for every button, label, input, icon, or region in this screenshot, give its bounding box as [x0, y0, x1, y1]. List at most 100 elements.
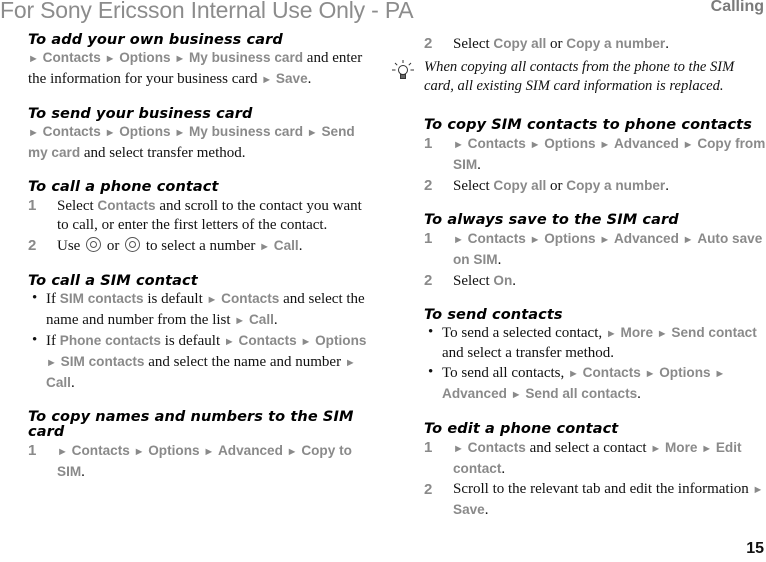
menu-item: Call	[273, 238, 299, 253]
section-call-phone-contact: To call a phone contact 1 Select Contact…	[28, 180, 370, 257]
menu-arrow-icon: ►	[261, 74, 273, 86]
tip-note: When copying all contacts from the phone…	[392, 58, 766, 96]
body-text: .	[298, 238, 303, 254]
menu-item: Save	[453, 502, 485, 517]
right-column: 2 Select Copy all or Copy a number. When…	[392, 33, 766, 537]
menu-item: Contacts	[42, 50, 101, 65]
step-2: 2 Select Copy all or Copy a number.	[424, 34, 766, 54]
body-text: Select	[453, 36, 494, 52]
watermark: For Sony Ericsson Internal Use Only - PA	[0, 0, 414, 23]
menu-item: Save	[275, 71, 308, 86]
menu-arrow-icon: ►	[605, 328, 617, 340]
bullet-item: • If SIM contacts is default ► Contacts …	[28, 289, 370, 331]
step-1: 1 Select Contacts and scroll to the cont…	[28, 196, 370, 235]
menu-item: Send contact	[671, 325, 757, 340]
menu-item: Contacts	[467, 231, 526, 246]
menu-arrow-icon: ►	[28, 53, 39, 65]
menu-item: On	[493, 273, 513, 288]
step-1: 1 ► Contacts ► Options ► Advanced ► Copy…	[424, 134, 766, 175]
section-copy-to-sim-continued: 2 Select Copy all or Copy a number. When…	[392, 34, 766, 96]
step-number: 1	[28, 442, 37, 459]
menu-item: SIM contacts	[60, 354, 145, 369]
section-send-contacts: To send contacts • To send a selected co…	[424, 308, 766, 405]
menu-arrow-icon: ►	[206, 294, 218, 306]
body-text: or	[546, 178, 567, 194]
body-text: .	[477, 157, 481, 173]
menu-item: Call	[46, 375, 71, 390]
step-1: 1 ► Contacts and select a contact ► More…	[424, 438, 766, 479]
body-text: is default	[160, 333, 224, 349]
body-text: and select the name and number	[144, 354, 345, 370]
menu-arrow-icon: ►	[174, 127, 186, 139]
menu-arrow-icon: ►	[104, 127, 116, 139]
nav-left-key-icon	[86, 237, 102, 252]
bullet-item: • To send a selected contact, ► More ► S…	[424, 323, 766, 363]
body-text: Scroll to the relevant tab and edit the …	[453, 481, 753, 497]
menu-arrow-icon: ►	[752, 484, 764, 496]
menu-item: Contacts	[238, 333, 297, 348]
step-number: 1	[28, 197, 37, 214]
body-text: Use	[57, 238, 85, 254]
body-text: and select transfer method.	[80, 145, 246, 161]
menu-item: Copy all	[493, 36, 547, 51]
menu-arrow-icon: ►	[656, 328, 668, 340]
menu-arrow-icon: ►	[286, 446, 298, 458]
menu-item: Contacts	[221, 291, 280, 306]
body-text: to select a number	[142, 238, 260, 254]
menu-item: Options	[659, 365, 711, 380]
menu-item: Contacts	[97, 198, 156, 213]
step-2: 2 Scroll to the relevant tab and edit th…	[424, 480, 766, 520]
bullet-icon: •	[32, 290, 38, 306]
menu-arrow-icon: ►	[223, 336, 235, 348]
bullet-icon: •	[32, 332, 38, 348]
menu-arrow-icon: ►	[28, 127, 39, 139]
menu-arrow-icon: ►	[599, 139, 611, 151]
step-2: 2 Select Copy all or Copy a number.	[424, 176, 766, 196]
body-text: or	[546, 36, 567, 52]
menu-item: More	[664, 440, 698, 455]
body-text: .	[307, 71, 312, 87]
body-text: .	[665, 36, 669, 52]
section-heading: To edit a phone contact	[424, 421, 619, 437]
menu-arrow-icon: ►	[306, 127, 318, 139]
step-number: 1	[424, 230, 433, 247]
section-edit-phone-contact: To edit a phone contact 1 ► Contacts and…	[424, 422, 766, 520]
menu-item: Contacts	[467, 440, 526, 455]
menu-item: Copy a number	[566, 36, 666, 51]
section-heading: To copy names and numbers to the SIM car…	[28, 409, 354, 440]
section-heading: To add your own business card	[28, 32, 283, 48]
menu-arrow-icon: ►	[510, 389, 522, 401]
menu-item: My business card	[188, 50, 304, 65]
body-text: .	[81, 464, 85, 480]
menu-item: Options	[119, 50, 171, 65]
menu-arrow-icon: ►	[701, 443, 713, 455]
menu-item: Contacts	[42, 124, 101, 139]
section-copy-to-sim: To copy names and numbers to the SIM car…	[28, 410, 370, 482]
bullet-icon: •	[428, 364, 434, 380]
section-send-business-card: To send your business card ► Contacts ► …	[28, 107, 370, 163]
section-heading: To always save to the SIM card	[424, 212, 679, 228]
step-number: 2	[424, 272, 433, 289]
menu-item: Advanced	[613, 231, 679, 246]
menu-item: Contacts	[582, 365, 641, 380]
body-text: Select	[453, 273, 494, 289]
body-text: or	[103, 238, 124, 254]
menu-item: Copy all	[493, 178, 547, 193]
step-number: 2	[424, 35, 433, 52]
menu-arrow-icon: ►	[300, 336, 312, 348]
section-call-sim-contact: To call a SIM contact • If SIM contacts …	[28, 274, 370, 393]
step-1: 1 ► Contacts ► Options ► Advanced ► Auto…	[424, 229, 766, 270]
body-text: If	[46, 333, 60, 349]
body-text: and select a transfer method.	[442, 345, 615, 361]
section-heading: To call a SIM contact	[28, 273, 198, 289]
menu-arrow-icon: ►	[453, 234, 464, 246]
menu-arrow-icon: ►	[453, 139, 464, 151]
body-text: and select a contact	[525, 440, 651, 456]
menu-arrow-icon: ►	[133, 446, 145, 458]
body-text: is default	[143, 291, 207, 307]
body-text: Select	[57, 198, 98, 214]
menu-arrow-icon: ►	[453, 443, 464, 455]
menu-item: Copy a number	[566, 178, 666, 193]
menu-arrow-icon: ►	[203, 446, 215, 458]
body-text: .	[665, 178, 669, 194]
